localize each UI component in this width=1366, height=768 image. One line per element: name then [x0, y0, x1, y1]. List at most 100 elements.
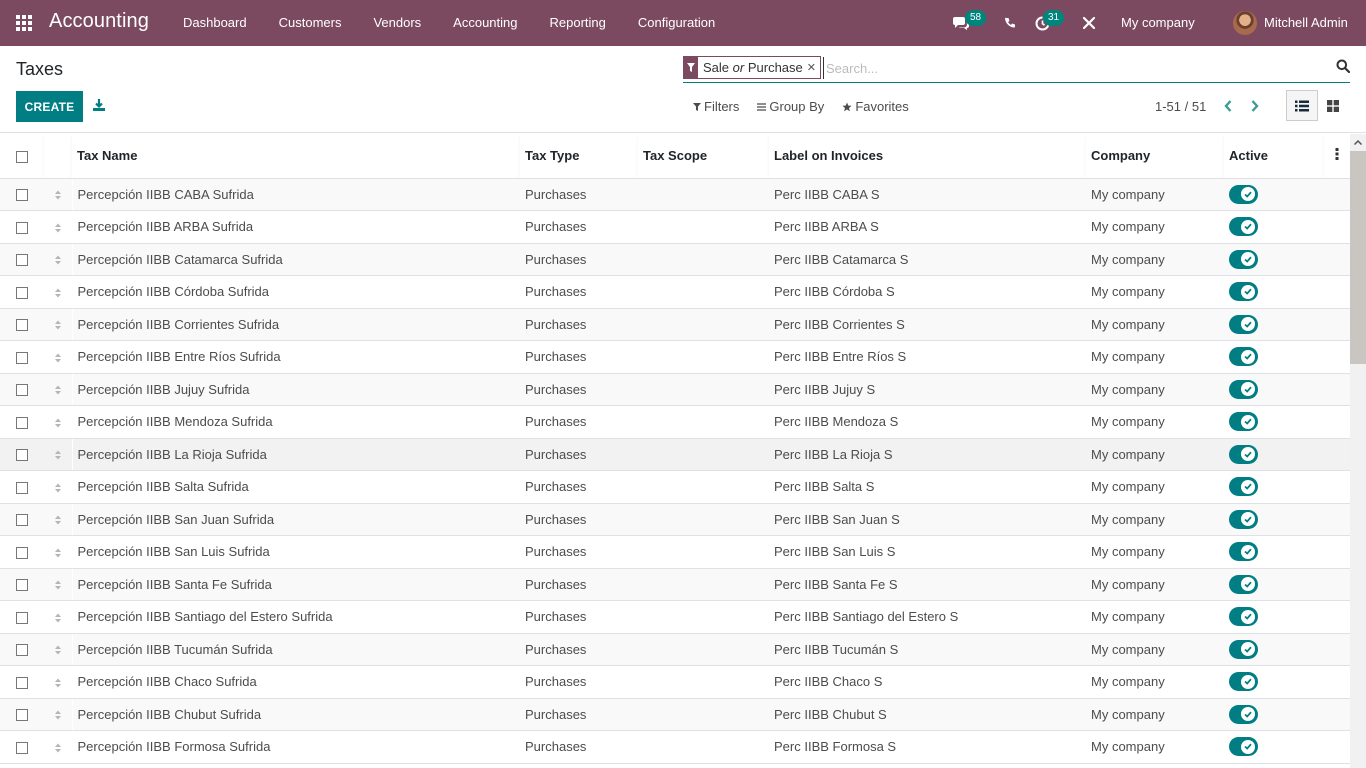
row-checkbox[interactable]: [16, 676, 28, 689]
active-toggle[interactable]: [1229, 217, 1258, 237]
row-checkbox[interactable]: [16, 384, 28, 397]
row-checkbox[interactable]: [16, 319, 28, 332]
active-toggle[interactable]: [1229, 184, 1258, 204]
cell-tax-scope[interactable]: [638, 503, 769, 536]
cell-tax-name[interactable]: Percepción IIBB San Luis Sufrida: [71, 535, 520, 569]
cell-tax-scope[interactable]: [638, 730, 769, 764]
cell-tax-name[interactable]: Percepción IIBB CABA Sufrida: [71, 178, 520, 211]
vertical-scrollbar[interactable]: [1350, 134, 1366, 768]
row-checkbox[interactable]: [16, 514, 28, 527]
menu-vendors[interactable]: Vendors: [357, 0, 437, 46]
table-row[interactable]: Percepción IIBB Chaco Sufrida Purchases Pe…: [0, 665, 1350, 699]
user-avatar[interactable]: [1233, 11, 1257, 35]
cell-tax-scope[interactable]: [638, 308, 769, 341]
cell-tax-scope[interactable]: [638, 340, 769, 374]
row-checkbox[interactable]: [16, 709, 28, 722]
cell-tax-type[interactable]: Purchases: [520, 438, 638, 471]
cell-tax-type[interactable]: Purchases: [520, 243, 638, 276]
table-row[interactable]: Percepción IIBB Jujuy Sufrida Purchases Pe…: [0, 373, 1350, 406]
drag-handle-icon[interactable]: [54, 514, 62, 526]
active-toggle[interactable]: [1229, 477, 1258, 497]
cell-tax-scope[interactable]: [638, 178, 769, 211]
cell-tax-scope[interactable]: [638, 210, 769, 244]
user-menu[interactable]: Mitchell Admin: [1264, 15, 1348, 30]
cell-label-on-invoices[interactable]: Perc IIBB Córdoba S: [769, 275, 1086, 309]
cell-tax-name[interactable]: Percepción IIBB Salta Sufrida: [71, 470, 520, 504]
drag-handle-icon[interactable]: [54, 449, 62, 461]
table-row[interactable]: Percepción IIBB Entre Ríos Sufrida Purcha…: [0, 340, 1350, 374]
cell-company[interactable]: My company: [1086, 373, 1224, 406]
cell-tax-scope[interactable]: [638, 243, 769, 276]
download-icon[interactable]: [92, 98, 106, 112]
kanban-view-button[interactable]: [1326, 99, 1340, 113]
company-switcher[interactable]: My company: [1121, 15, 1195, 30]
cell-tax-type[interactable]: Purchases: [520, 568, 638, 601]
apps-grid-icon[interactable]: [16, 15, 33, 31]
cell-tax-scope[interactable]: [638, 698, 769, 731]
filters-button[interactable]: Filters: [693, 99, 739, 114]
cell-tax-type[interactable]: Purchases: [520, 730, 638, 764]
facet-remove-icon[interactable]: ✕: [807, 61, 820, 74]
menu-customers[interactable]: Customers: [263, 0, 358, 46]
cell-tax-type[interactable]: Purchases: [520, 600, 638, 634]
table-row[interactable]: Percepción IIBB Córdoba Sufrida Purchases…: [0, 275, 1350, 309]
cell-label-on-invoices[interactable]: Perc IIBB Chaco S: [769, 665, 1086, 699]
drag-handle-icon[interactable]: [54, 222, 62, 234]
column-header-tax-name[interactable]: Tax Name: [72, 134, 520, 179]
cell-tax-name[interactable]: Percepción IIBB Entre Ríos Sufrida: [71, 340, 520, 374]
cell-tax-type[interactable]: Purchases: [520, 470, 638, 504]
cell-company[interactable]: My company: [1086, 503, 1224, 536]
cell-company[interactable]: My company: [1086, 438, 1224, 471]
create-button[interactable]: CREATE: [16, 91, 83, 122]
cell-tax-name[interactable]: Percepción IIBB Córdoba Sufrida: [71, 275, 520, 309]
drag-handle-icon[interactable]: [54, 287, 62, 299]
drag-handle-icon[interactable]: [54, 384, 62, 396]
cell-tax-name[interactable]: Percepción IIBB San Juan Sufrida: [71, 503, 520, 536]
cell-tax-name[interactable]: Percepción IIBB Santiago del Estero Sufr…: [71, 600, 520, 634]
optional-columns-button[interactable]: [1324, 134, 1350, 179]
cell-company[interactable]: My company: [1086, 633, 1224, 666]
table-row[interactable]: Percepción IIBB San Luis Sufrida Purchase…: [0, 535, 1350, 569]
active-toggle[interactable]: [1229, 444, 1258, 464]
row-checkbox[interactable]: [16, 546, 28, 559]
cell-company[interactable]: My company: [1086, 405, 1224, 439]
active-toggle[interactable]: [1229, 347, 1258, 367]
cell-label-on-invoices[interactable]: Perc IIBB San Juan S: [769, 503, 1086, 536]
list-view-button[interactable]: [1286, 90, 1318, 121]
cell-tax-name[interactable]: Percepción IIBB Santa Fe Sufrida: [71, 568, 520, 601]
search-icon[interactable]: [1336, 59, 1350, 73]
drag-handle-icon[interactable]: [54, 579, 62, 591]
menu-accounting[interactable]: Accounting: [437, 0, 533, 46]
debug-button[interactable]: [1082, 0, 1096, 46]
cell-tax-scope[interactable]: [638, 600, 769, 634]
active-toggle[interactable]: [1229, 282, 1258, 302]
cell-company[interactable]: My company: [1086, 275, 1224, 309]
cell-tax-name[interactable]: Percepción IIBB ARBA Sufrida: [71, 210, 520, 244]
table-row[interactable]: Percepción IIBB Santiago del Estero Sufr…: [0, 600, 1350, 634]
cell-tax-name[interactable]: Percepción IIBB Mendoza Sufrida: [71, 405, 520, 439]
active-toggle[interactable]: [1229, 509, 1258, 529]
cell-label-on-invoices[interactable]: Perc IIBB Catamarca S: [769, 243, 1086, 276]
active-toggle[interactable]: [1229, 574, 1258, 594]
cell-tax-type[interactable]: Purchases: [520, 178, 638, 211]
cell-tax-type[interactable]: Purchases: [520, 308, 638, 341]
drag-handle-icon[interactable]: [54, 482, 62, 494]
column-header-tax-type[interactable]: Tax Type: [520, 134, 638, 179]
cell-tax-type[interactable]: Purchases: [520, 535, 638, 569]
cell-tax-name[interactable]: Percepción IIBB La Rioja Sufrida: [71, 438, 520, 471]
cell-tax-scope[interactable]: [638, 438, 769, 471]
drag-handle-icon[interactable]: [54, 644, 62, 656]
table-row[interactable]: Percepción IIBB La Rioja Sufrida Purchase…: [0, 438, 1350, 471]
cell-label-on-invoices[interactable]: Perc IIBB Tucumán S: [769, 633, 1086, 666]
cell-company[interactable]: My company: [1086, 308, 1224, 341]
drag-handle-icon[interactable]: [54, 742, 62, 754]
cell-company[interactable]: My company: [1086, 730, 1224, 764]
cell-tax-type[interactable]: Purchases: [520, 210, 638, 244]
cell-label-on-invoices[interactable]: Perc IIBB ARBA S: [769, 210, 1086, 244]
row-checkbox[interactable]: [16, 644, 28, 657]
cell-tax-scope[interactable]: [638, 633, 769, 666]
column-header-active[interactable]: Active: [1224, 134, 1324, 179]
drag-handle-icon[interactable]: [54, 709, 62, 721]
pager-value[interactable]: 1-51 / 51: [1155, 99, 1206, 114]
cell-tax-type[interactable]: Purchases: [520, 340, 638, 374]
